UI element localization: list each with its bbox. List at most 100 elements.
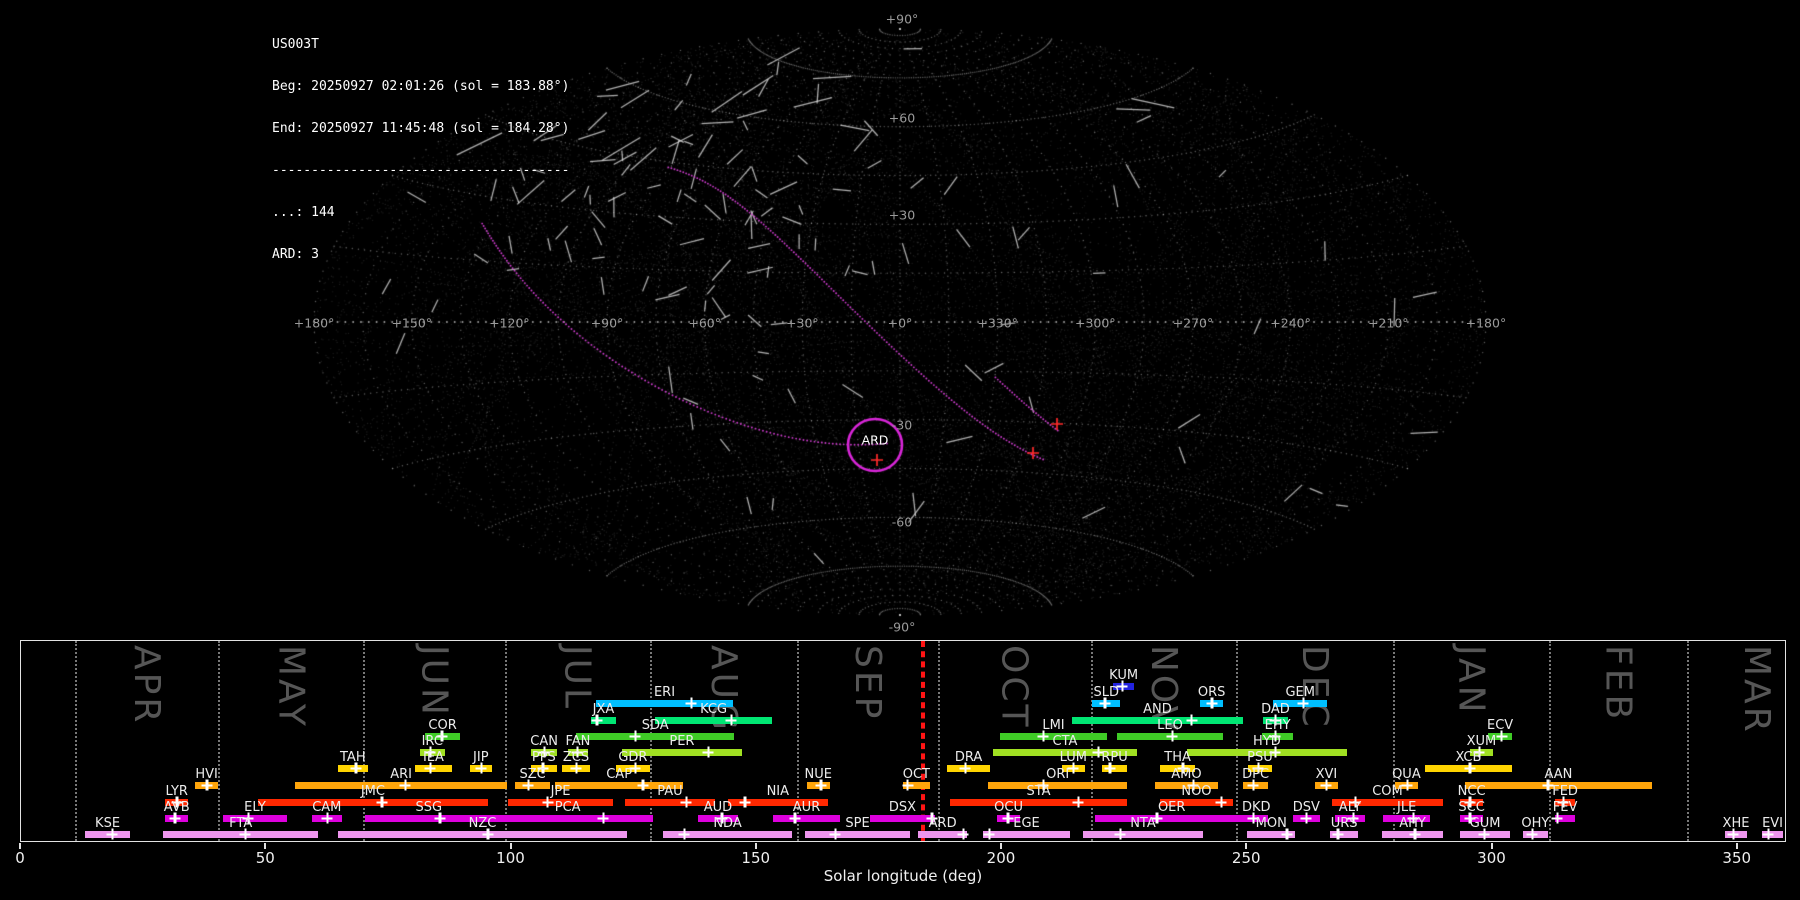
map-lon-label: +30° (786, 315, 819, 331)
shower-label: FAN (565, 734, 591, 749)
shower-label: HYD (1252, 734, 1281, 749)
shower-label: SSG (415, 800, 443, 815)
shower-label: NCC (1457, 784, 1486, 799)
station-id: US003T (272, 37, 319, 52)
axis-tick-label: 50 (255, 849, 275, 867)
shower-label: DKD (1242, 800, 1271, 815)
shower-bar-sta (949, 799, 1128, 806)
shower-label: NTA (1130, 816, 1156, 831)
map-lon-label: +240° (1270, 315, 1311, 331)
axis-tick-label: 300 (1477, 849, 1506, 867)
shower-label: ARI (390, 767, 412, 782)
shower-label: IRC (421, 734, 443, 749)
shower-label: EHY (1264, 718, 1291, 733)
shower-label: JXA (592, 702, 615, 717)
shower-label: AHY (1399, 816, 1426, 831)
axis-tick-label: 0 (15, 849, 25, 867)
shower-bar-jmc (257, 799, 488, 806)
shower-label: GEM (1285, 685, 1315, 700)
current-sol-line (922, 641, 925, 841)
axis-tick-label: 250 (1231, 849, 1261, 867)
shower-label: SLD (1093, 685, 1119, 700)
shower-label: SPE (845, 816, 870, 831)
shower-label: SCC (1458, 800, 1485, 815)
month-label: JUN (413, 645, 455, 718)
shower-label: OHY (1521, 816, 1550, 831)
map-lon-label: +180° (1465, 315, 1507, 331)
shower-label: GDR (618, 750, 648, 765)
peak-marker (629, 730, 641, 742)
session-begin: Beg: 20250927 02:01:26 (sol = 183.88°) (272, 79, 570, 94)
axis-tick-label: 200 (986, 849, 1016, 867)
shower-label: ORI (1046, 767, 1070, 782)
session-end: End: 20250927 11:45:48 (sol = 184.28°) (272, 121, 570, 136)
shower-label: AND (1143, 702, 1172, 717)
shower-label: JLE (1396, 800, 1417, 815)
shower-label: DAD (1261, 702, 1290, 717)
shower-label: KCG (700, 702, 728, 717)
shower-label: NUE (804, 767, 833, 782)
map-lat-label: +30 (888, 207, 916, 223)
shower-label: LEO (1157, 718, 1183, 733)
shower-bar-pca (482, 815, 654, 822)
shower-label: RPU (1101, 750, 1128, 765)
peak-marker (678, 828, 690, 840)
ard-radiant-label: ARD (861, 432, 889, 448)
shower-bar-aur (772, 815, 841, 822)
month-label: MAR (1735, 645, 1777, 735)
shower-label: PER (669, 734, 695, 749)
month-gridline (1687, 641, 1690, 841)
shower-bar-ege (982, 831, 1071, 838)
shower-label: QUA (1392, 767, 1421, 782)
shower-label: CAN (530, 734, 558, 749)
month-label: JUL (556, 645, 598, 712)
shower-label: JMC (360, 784, 385, 799)
month-gridline (505, 641, 508, 841)
shower-label: PSU (1247, 750, 1273, 765)
shower-label: PPS (531, 750, 556, 765)
shower-label: DPC (1242, 767, 1270, 782)
shower-label: XUM (1466, 734, 1497, 749)
shower-label: HVI (195, 767, 218, 782)
shower-label: JPE (550, 784, 571, 799)
shower-label: TAH (339, 750, 366, 765)
peak-marker (1215, 796, 1227, 808)
map-lon-label: +90° (590, 315, 624, 331)
divider: -------------------------------------- (272, 163, 570, 178)
shower-label: OCU (994, 800, 1024, 815)
shower-label: ARD (928, 816, 957, 831)
shower-bar-oer (1095, 815, 1249, 822)
shower-label: LUM (1059, 750, 1088, 765)
map-lon-label: +60° (688, 315, 722, 331)
shower-label: NDA (713, 816, 742, 831)
axis-tick-label: 150 (741, 849, 771, 867)
month-gridline (1090, 641, 1093, 841)
shower-label: AUR (792, 800, 821, 815)
shower-label: JIP (473, 750, 489, 765)
shower-label: XHE (1722, 816, 1750, 831)
activity-chart: APR MAY JUN JUL AUG SEP OCT NOV DEC JAN FEB MAR KUM E… (20, 640, 1786, 842)
shower-label: IEA (423, 750, 444, 765)
shower-label: DRA (954, 750, 983, 765)
app-root: US003T Beg: 20250927 02:01:26 (sol = 183… (0, 0, 1800, 900)
peak-marker (739, 796, 751, 808)
month-label: SEP (847, 645, 889, 722)
shower-label: FTA (229, 816, 253, 831)
map-lon-label: +330° (977, 315, 1018, 331)
shower-label: NZC (468, 816, 497, 831)
month-gridline (1393, 641, 1396, 841)
shower-label: ZCS (562, 750, 590, 765)
peak-marker (1114, 828, 1126, 840)
axis-title: Solar longitude (deg) (823, 867, 983, 885)
shower-label: PAU (657, 784, 683, 799)
shower-label: EVI (1762, 816, 1784, 831)
shower-bar-kcg (655, 717, 772, 724)
map-lon-label: +150° (391, 315, 433, 331)
month-gridline (649, 641, 652, 841)
peak-marker (829, 828, 841, 840)
shower-label: GUM (1469, 816, 1501, 831)
shower-label: ERI (653, 685, 676, 700)
peak-marker (702, 746, 714, 758)
month-gridline (1548, 641, 1551, 841)
shower-label: AVB (163, 800, 190, 815)
